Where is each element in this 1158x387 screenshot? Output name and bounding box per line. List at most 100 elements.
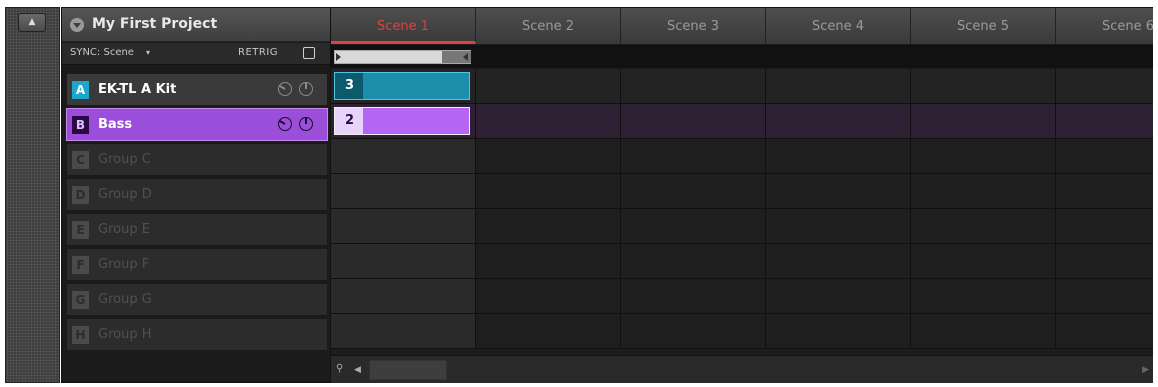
pattern-slot[interactable] [476, 279, 621, 313]
sync-scene-dropdown[interactable]: SYNC: Scene [70, 47, 134, 58]
pattern-slot[interactable] [476, 174, 621, 208]
dropdown-circle-icon[interactable] [70, 18, 84, 32]
collapse-arrow-icon: ▲ [28, 17, 36, 27]
pattern-slot[interactable] [476, 69, 621, 103]
pattern-slot[interactable] [911, 314, 1056, 348]
pattern-slot[interactable] [1056, 209, 1153, 243]
pattern-slot[interactable] [766, 244, 911, 278]
scene-tab-2[interactable]: Scene 2 [476, 8, 621, 44]
pattern-slot[interactable] [621, 174, 766, 208]
magnifier-icon[interactable]: ⚲ [336, 363, 350, 377]
pattern-slot[interactable] [766, 209, 911, 243]
scene-tab-4[interactable]: Scene 4 [766, 8, 911, 44]
pattern-clip[interactable]: 3 [334, 72, 470, 100]
pattern-slot[interactable] [476, 209, 621, 243]
sync-caret-icon[interactable]: ▾ [146, 48, 150, 57]
pattern-slot[interactable] [1056, 174, 1153, 208]
pattern-slot[interactable] [1056, 139, 1153, 173]
app-window: ▲ My First Project SYNC: Scene ▾ RETRIG … [0, 0, 1158, 387]
loop-range-bar[interactable] [334, 50, 471, 64]
pattern-slot[interactable] [911, 244, 1056, 278]
loop-end-handle[interactable] [442, 51, 471, 63]
scene-tab-1[interactable]: Scene 1 [331, 8, 476, 44]
pattern-clip[interactable]: 2 [334, 107, 470, 135]
scene-header: Scene 1 Scene 2 Scene 3 Scene 4 Scene 5 … [331, 8, 1153, 44]
group-name: Group G [98, 292, 152, 307]
pattern-slot[interactable] [621, 139, 766, 173]
group-name: Group H [98, 327, 152, 342]
group-letter: A [72, 81, 89, 99]
pattern-slot[interactable] [476, 244, 621, 278]
group-row-f[interactable]: F Group F [66, 248, 328, 281]
pattern-slot[interactable] [331, 174, 476, 208]
group-letter: B [72, 116, 89, 134]
volume-knob-icon[interactable] [299, 117, 313, 131]
group-row-h[interactable]: H Group H [66, 318, 328, 351]
pattern-slot[interactable] [476, 314, 621, 348]
group-name: Group C [98, 152, 151, 167]
pattern-slot[interactable] [766, 69, 911, 103]
pattern-slot[interactable] [621, 209, 766, 243]
group-name: Group E [98, 222, 150, 237]
group-name[interactable]: EK-TL A Kit [98, 82, 176, 97]
scene-tab-5[interactable]: Scene 5 [911, 8, 1056, 44]
pattern-slot[interactable] [331, 139, 476, 173]
pattern-slot[interactable] [1056, 244, 1153, 278]
pattern-slot[interactable] [1056, 69, 1153, 103]
pattern-slot[interactable] [766, 174, 911, 208]
grid-row-f [331, 244, 1153, 279]
scene-tab-3[interactable]: Scene 3 [621, 8, 766, 44]
left-strip [5, 7, 60, 383]
pattern-slot[interactable] [766, 104, 911, 138]
pattern-slot[interactable] [621, 104, 766, 138]
scene-tab-6[interactable]: Scene 6 [1056, 8, 1153, 44]
grid-row-b: 2 [331, 104, 1153, 139]
sync-row: SYNC: Scene ▾ RETRIG [62, 43, 330, 65]
group-name[interactable]: Bass [98, 117, 132, 132]
pattern-slot[interactable] [331, 209, 476, 243]
scroll-left-arrow-icon[interactable]: ◀ [354, 365, 361, 375]
pattern-slot[interactable] [1056, 104, 1153, 138]
pattern-slot[interactable] [621, 69, 766, 103]
pattern-slot[interactable] [476, 104, 621, 138]
pattern-slot[interactable] [766, 314, 911, 348]
group-letter: F [72, 256, 89, 274]
group-panel: My First Project SYNC: Scene ▾ RETRIG A … [61, 7, 331, 383]
pattern-slot[interactable] [911, 209, 1056, 243]
pattern-slot[interactable]: 3 [331, 69, 476, 103]
horizontal-scrollbar[interactable]: ⚲ ◀ ▶ [331, 355, 1153, 383]
volume-knob-icon[interactable] [299, 82, 313, 96]
pattern-slot[interactable] [911, 139, 1056, 173]
pattern-slot[interactable]: 2 [331, 104, 476, 138]
group-row-e[interactable]: E Group E [66, 213, 328, 246]
pattern-slot[interactable] [911, 104, 1056, 138]
group-row-b[interactable]: B Bass [66, 108, 328, 141]
scroll-thumb[interactable] [369, 360, 447, 380]
pattern-slot[interactable] [911, 69, 1056, 103]
grid-row-e [331, 209, 1153, 244]
pattern-slot[interactable] [331, 279, 476, 313]
scroll-right-arrow-icon[interactable]: ▶ [1142, 365, 1149, 375]
swing-knob-icon[interactable] [278, 117, 292, 131]
retrig-label: RETRIG [238, 47, 279, 58]
pattern-slot[interactable] [766, 139, 911, 173]
pattern-slot[interactable] [911, 279, 1056, 313]
pattern-slot[interactable] [331, 244, 476, 278]
pattern-slot[interactable] [331, 314, 476, 348]
pattern-slot[interactable] [911, 174, 1056, 208]
swing-knob-icon[interactable] [278, 82, 292, 96]
pattern-slot[interactable] [476, 139, 621, 173]
retrig-checkbox[interactable] [303, 47, 315, 59]
pattern-slot[interactable] [766, 279, 911, 313]
group-row-d[interactable]: D Group D [66, 178, 328, 211]
pattern-slot[interactable] [1056, 279, 1153, 313]
group-row-c[interactable]: C Group C [66, 143, 328, 176]
pattern-slot[interactable] [1056, 314, 1153, 348]
project-header[interactable]: My First Project [62, 8, 330, 42]
group-row-a[interactable]: A EK-TL A Kit [66, 73, 328, 106]
collapse-button[interactable]: ▲ [18, 13, 46, 32]
pattern-slot[interactable] [621, 314, 766, 348]
group-row-g[interactable]: G Group G [66, 283, 328, 316]
pattern-slot[interactable] [621, 244, 766, 278]
pattern-slot[interactable] [621, 279, 766, 313]
